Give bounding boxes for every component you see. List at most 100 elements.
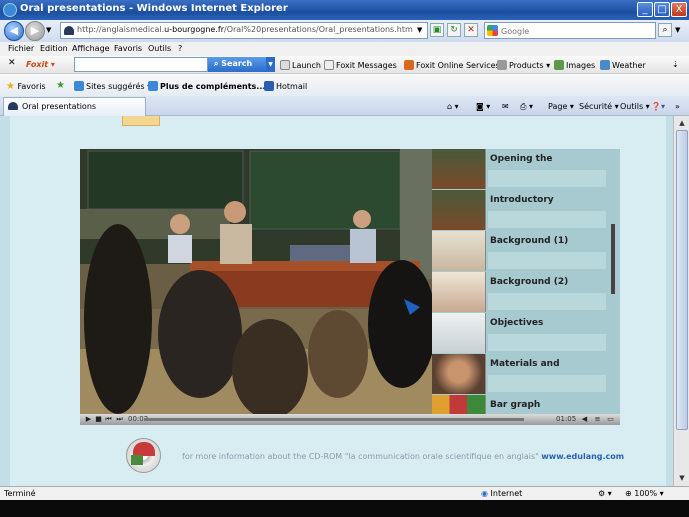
search-go-icon[interactable]: ⌕: [658, 23, 672, 37]
menu-affichage[interactable]: Affichage: [72, 44, 110, 53]
page-viewport: Opening the Introductory Background (1) …: [0, 116, 673, 486]
status-text: Terminé: [4, 489, 36, 498]
close-button[interactable]: X: [671, 2, 687, 17]
online-services-icon: [404, 60, 414, 70]
back-button[interactable]: ◀: [4, 21, 24, 41]
products-icon: [497, 60, 507, 70]
protected-mode-icon[interactable]: ⚙ ▾: [598, 489, 612, 498]
taskbar: [0, 500, 689, 517]
tab-oral-presentations[interactable]: Oral presentations: [3, 97, 146, 116]
chapter-item[interactable]: Objectives: [432, 313, 612, 354]
footer-text: for more information about the CD-ROM "l…: [182, 452, 539, 461]
scroll-thumb[interactable]: [676, 130, 688, 430]
zoom-control[interactable]: ⊕ 100% ▾: [625, 489, 664, 498]
refresh-icon[interactable]: ↻: [447, 23, 461, 37]
seek-bar[interactable]: [144, 418, 524, 421]
favorites-button[interactable]: ★ Favoris: [6, 81, 46, 92]
chapters-toggle-icon[interactable]: ≡: [593, 415, 602, 424]
hotmail-link[interactable]: Hotmail: [264, 81, 307, 91]
maximize-button[interactable]: □: [654, 2, 670, 17]
scroll-up-icon[interactable]: ▲: [676, 117, 688, 129]
toolbar-close-icon[interactable]: ✕: [8, 58, 16, 68]
suggested-sites-label: Sites suggérés: [86, 82, 145, 91]
volume-icon[interactable]: ◀: [580, 415, 589, 424]
security-zone[interactable]: ◉ Internet: [481, 489, 522, 498]
chapter-item[interactable]: Background (1): [432, 231, 612, 272]
weather-label: Weather: [612, 61, 646, 70]
tab-bar-more-icon[interactable]: »: [675, 102, 680, 111]
images-label: Images: [566, 61, 596, 70]
recent-pages-chevron-icon[interactable]: ▼: [46, 26, 51, 34]
chapter-title: Background (1): [490, 236, 569, 246]
menu-favoris[interactable]: Favoris: [114, 44, 142, 53]
page-menu-label: Page: [548, 102, 568, 111]
security-zone-label: Internet: [490, 489, 523, 498]
fullscreen-icon[interactable]: ▭: [606, 415, 615, 424]
forward-button[interactable]: ▶: [25, 21, 45, 41]
foxit-search-button[interactable]: ⌕ Search: [208, 57, 266, 72]
foxit-logo[interactable]: Foxit ▾: [26, 60, 55, 69]
page-scrollbar[interactable]: ▲ ▼: [673, 116, 689, 486]
status-bar: Terminé ◉ Internet ⚙ ▾ ⊕ 100% ▾: [0, 486, 689, 500]
search-input[interactable]: [501, 24, 651, 38]
print-icon[interactable]: ⎙ ▾: [520, 102, 533, 112]
page-menu[interactable]: Page ▾: [548, 102, 574, 111]
home-icon[interactable]: ⌂ ▾: [447, 102, 459, 111]
chapter-item[interactable]: Background (2): [432, 272, 612, 313]
stop-icon[interactable]: ✕: [464, 23, 478, 37]
minimize-button[interactable]: _: [637, 2, 653, 17]
suggested-sites[interactable]: Sites suggérés ▾: [74, 81, 151, 91]
play-icon[interactable]: ▶: [84, 415, 93, 424]
messages-label: Foxit Messages: [336, 61, 397, 70]
menu-bar: Fichier Edition Affichage Favoris Outils…: [0, 42, 689, 56]
page-top-tab[interactable]: [122, 116, 160, 126]
feeds-icon[interactable]: ◙ ▾: [476, 102, 490, 111]
search-box: [484, 22, 656, 39]
foxit-online-services[interactable]: Foxit Online Services: [404, 60, 500, 70]
foxit-launch[interactable]: Launch: [280, 60, 321, 70]
foxit-products[interactable]: Products ▾: [497, 60, 550, 70]
menu-help[interactable]: ?: [178, 44, 182, 53]
foxit-weather[interactable]: Weather: [600, 60, 646, 70]
foxit-search-label: Search: [221, 59, 253, 68]
video-frame[interactable]: [80, 149, 432, 414]
previous-chapter-icon[interactable]: ⏮: [104, 415, 113, 424]
security-menu[interactable]: Sécurité ▾: [579, 102, 619, 111]
tools-menu[interactable]: Outils ▾: [620, 102, 650, 111]
scroll-down-icon[interactable]: ▼: [676, 472, 688, 484]
chapter-bar: [488, 170, 606, 187]
chapter-scrollbar[interactable]: [611, 224, 615, 294]
menu-outils[interactable]: Outils: [148, 44, 171, 53]
foxit-search-input[interactable]: [74, 57, 208, 72]
total-time: 01:05: [556, 415, 577, 423]
menu-fichier[interactable]: Fichier: [8, 44, 34, 53]
chapter-item[interactable]: Bar graph: [432, 395, 612, 414]
address-dropdown-icon[interactable]: ▼: [417, 26, 422, 34]
search-options-chevron-icon[interactable]: ▼: [675, 26, 680, 34]
stop-playback-icon[interactable]: ■: [94, 415, 103, 424]
products-label: Products: [509, 61, 544, 70]
chapter-item[interactable]: Opening the: [432, 149, 612, 190]
foxit-search-dropdown-icon[interactable]: ▼: [266, 57, 275, 72]
mail-icon[interactable]: ✉: [502, 102, 509, 111]
favorites-label: Favoris: [17, 82, 46, 91]
menu-edition[interactable]: Edition: [40, 44, 68, 53]
magnifier-icon: ⌕: [214, 59, 219, 68]
player-controls: ▶ ■ ⏮ ⏭ 00:02 01:05 ◀ ≡ ▭: [80, 414, 620, 425]
toolbar-options-icon[interactable]: ⇣: [672, 60, 679, 69]
window-title: Oral presentations - Windows Internet Ex…: [20, 3, 288, 14]
foxit-images[interactable]: Images: [554, 60, 595, 70]
chapter-item[interactable]: Introductory: [432, 190, 612, 231]
address-field[interactable]: http://anglaismedical.u-bourgogne.fr/Ora…: [60, 22, 428, 39]
tab-favicon-icon: [8, 102, 18, 110]
more-addons[interactable]: Plus de compléments... ▾: [148, 81, 272, 91]
address-url: http://anglaismedical.u-bourgogne.fr/Ora…: [77, 25, 413, 34]
add-favorite-icon[interactable]: ★: [56, 80, 65, 91]
tab-label: Oral presentations: [22, 102, 97, 111]
compatibility-view-icon[interactable]: ▣: [430, 23, 444, 37]
foxit-messages[interactable]: Foxit Messages: [324, 60, 397, 70]
next-chapter-icon[interactable]: ⏭: [115, 415, 124, 424]
chapter-item[interactable]: Materials and: [432, 354, 612, 395]
edulang-link[interactable]: www.edulang.com: [541, 452, 624, 461]
help-icon[interactable]: ❓▾: [651, 102, 665, 111]
